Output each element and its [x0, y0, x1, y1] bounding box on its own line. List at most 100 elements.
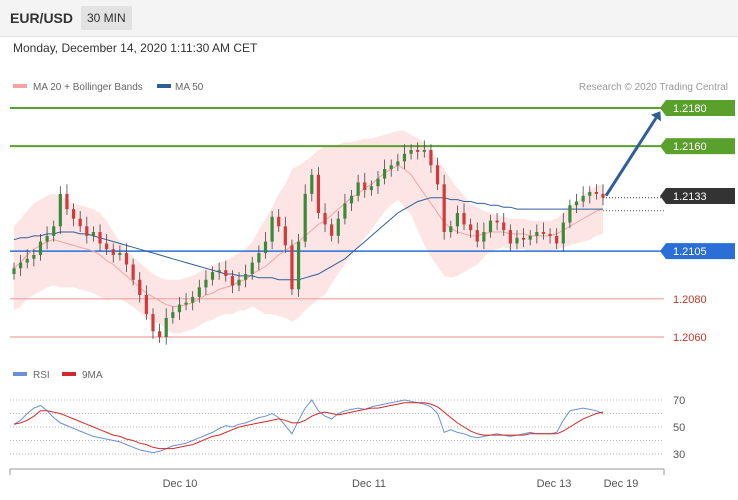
candle-body: [343, 203, 347, 219]
candle-body: [171, 312, 175, 318]
candle-body: [58, 193, 62, 227]
level-label-4: 1.2060: [673, 332, 707, 344]
rsi-tick-50: 50: [673, 422, 685, 434]
candle-body: [237, 279, 241, 286]
candle-body: [449, 226, 453, 233]
rsi-line: [13, 399, 604, 454]
ma50-legend-label: MA 50: [175, 82, 204, 93]
candle-body: [250, 262, 254, 275]
candle-body: [541, 232, 546, 234]
candle-body: [45, 235, 49, 242]
projection-arrow-shaft: [604, 117, 658, 197]
rsi-panel: 70 50 30: [10, 395, 685, 461]
candle-body: [257, 253, 261, 263]
price-chart[interactable]: MA 20 + Bollinger Bands MA 50 Research ©…: [0, 0, 738, 500]
candle-body: [177, 304, 182, 313]
candle-body: [389, 165, 393, 170]
candle-body: [330, 224, 334, 236]
candle-body: [184, 302, 188, 305]
rsi-ma-line: [13, 402, 604, 450]
candle-body: [521, 237, 526, 240]
candle-body: [475, 230, 479, 242]
candle-body: [138, 279, 142, 296]
candle-body: [469, 224, 473, 231]
bollinger-band: [14, 130, 603, 334]
candle-body: [71, 209, 76, 219]
candle-body: [296, 241, 301, 290]
candle-body: [118, 253, 122, 255]
candle-body: [416, 149, 420, 152]
candle-body: [111, 249, 115, 255]
candle-body: [303, 193, 307, 242]
candle-body: [144, 295, 148, 315]
candle-body: [508, 230, 512, 244]
candle-body: [65, 193, 69, 210]
candle-body: [25, 258, 29, 263]
candle-body: [197, 287, 201, 297]
candle-body: [290, 245, 294, 290]
candle-body: [157, 331, 162, 337]
rsi-tick-30: 30: [673, 449, 685, 461]
level-label-3: 1.2080: [673, 294, 707, 306]
candle-body: [52, 226, 56, 236]
ma20-legend-swatch: [13, 84, 27, 88]
current-price-tag: 1.2133: [660, 188, 735, 204]
candle-body: [12, 268, 16, 275]
candle-body: [535, 232, 539, 236]
candle-body: [369, 186, 373, 191]
candle-body: [85, 226, 89, 236]
candle-body: [224, 270, 228, 276]
candle-body: [435, 165, 440, 185]
candle-body: [310, 174, 314, 194]
credit-text: Research © 2020 Trading Central: [579, 82, 728, 93]
candle-body: [396, 161, 400, 166]
rsi-tick-70: 70: [673, 395, 685, 407]
candle-body: [422, 149, 426, 152]
candle-body: [528, 235, 532, 240]
rsi-legend-swatch: [13, 372, 27, 376]
candle-body: [124, 253, 129, 265]
candle-body: [151, 314, 155, 332]
candle-body: [191, 296, 195, 303]
candle-body: [204, 279, 208, 288]
x-tick-dec19: Dec 19: [604, 478, 639, 490]
candle-body: [91, 232, 96, 236]
price-panel: 1.2180 1.2160 1.2105 1.2080 1.2060: [10, 100, 735, 345]
candle-body: [502, 222, 506, 231]
candle-body: [19, 262, 23, 269]
level-label-0: 1.2180: [673, 103, 707, 115]
candle-body: [402, 153, 407, 162]
candle-body: [131, 264, 135, 280]
candle-body: [105, 243, 109, 250]
ma20-legend-label: MA 20 + Bollinger Bands: [33, 82, 143, 93]
candle-body: [555, 235, 559, 244]
candle-body: [462, 212, 466, 225]
level-label-1: 1.2160: [673, 141, 707, 153]
candle-body: [283, 226, 287, 246]
level-tag-pointer-2: [660, 243, 666, 260]
rsi-ma-legend-label: 9MA: [82, 370, 103, 381]
rsi-ma-legend-swatch: [62, 372, 76, 376]
candle-body: [581, 195, 585, 202]
candle-body: [210, 272, 215, 280]
candle-body: [429, 149, 433, 166]
candle-body: [32, 254, 36, 259]
level-label-2: 1.2105: [673, 246, 707, 258]
candle-body: [164, 317, 168, 337]
candle-body: [277, 216, 281, 227]
candle-body: [323, 212, 327, 225]
x-tick-dec11: Dec 11: [352, 478, 386, 490]
candle-body: [363, 182, 367, 191]
level-tag-pointer-1: [660, 138, 666, 155]
rsi-legend-label: RSI: [33, 370, 50, 381]
x-tick-dec10: Dec 10: [163, 478, 198, 490]
candle-body: [38, 241, 43, 255]
candle-body: [78, 218, 82, 227]
ma50-legend-swatch: [157, 84, 171, 88]
candle-body: [217, 270, 221, 273]
candle-body: [574, 201, 579, 206]
candle-body: [316, 174, 321, 213]
current-price-label: 1.2133: [673, 191, 707, 203]
candle-body: [409, 149, 413, 154]
candle-body: [515, 237, 519, 244]
